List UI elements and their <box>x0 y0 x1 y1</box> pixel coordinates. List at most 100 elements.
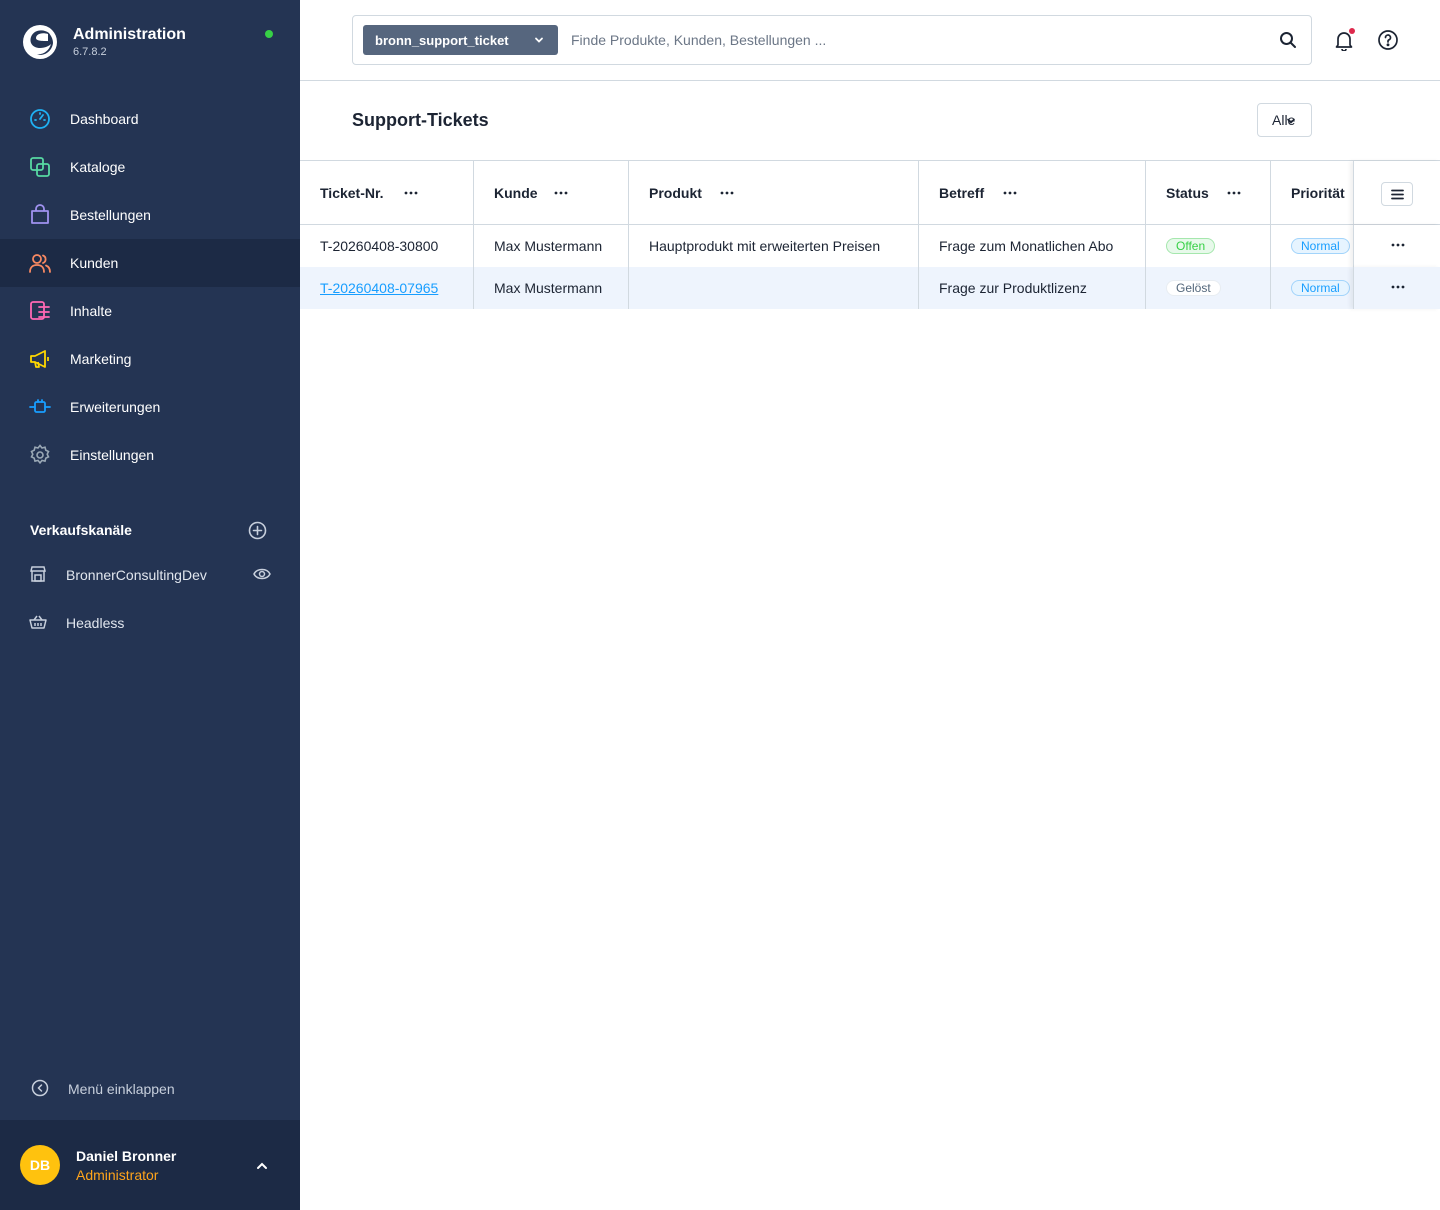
row-actions-cell <box>1353 225 1440 267</box>
status-badge: Gelöst <box>1166 280 1221 296</box>
column-header-subject[interactable]: Betreff <box>919 161 1146 224</box>
chevron-up-icon[interactable] <box>254 1158 270 1174</box>
column-menu-icon[interactable] <box>404 191 418 195</box>
help-icon[interactable] <box>1377 29 1399 51</box>
brand-version: 6.7.8.2 <box>73 46 107 58</box>
priority-badge: Normal <box>1291 280 1350 296</box>
tickets-table: Ticket-Nr. Kunde Produkt Betreff Status … <box>300 160 1440 309</box>
content-icon <box>30 301 50 320</box>
column-settings-button[interactable] <box>1381 182 1413 206</box>
notification-dot <box>1349 28 1355 34</box>
eye-icon[interactable] <box>253 567 271 581</box>
nav-item-catalog[interactable]: Kataloge <box>0 143 300 191</box>
dashboard-icon <box>30 109 50 129</box>
storefront-icon <box>30 566 46 582</box>
customers-icon <box>29 254 51 273</box>
extensions-icon <box>29 399 51 413</box>
column-label: Status <box>1166 185 1209 201</box>
shopware-logo-icon[interactable] <box>22 24 58 60</box>
nav-item-dashboard[interactable]: Dashboard <box>0 95 300 143</box>
nav-label: Kunden <box>70 255 119 271</box>
table-row[interactable]: T-20260408-07965 Max Mustermann Frage zu… <box>300 267 1440 309</box>
cell-product <box>629 267 919 309</box>
cell-priority: Normal <box>1271 267 1353 309</box>
nav-item-customers[interactable]: Kunden <box>0 239 300 287</box>
sidebar: Administration 6.7.8.2 Dashboard Katalog… <box>0 0 300 1210</box>
user-panel[interactable]: DB Daniel Bronner Administrator <box>0 1120 300 1210</box>
column-header-priority[interactable]: Priorität <box>1271 161 1353 224</box>
chevron-left-circle-icon <box>31 1079 49 1097</box>
nav-label: Marketing <box>70 351 132 367</box>
column-settings-cell <box>1353 161 1440 224</box>
row-actions-icon[interactable] <box>1391 285 1405 289</box>
top-bar: bronn_support_ticket <box>300 0 1440 81</box>
column-menu-icon[interactable] <box>554 191 568 195</box>
column-label: Produkt <box>649 185 702 201</box>
nav-item-settings[interactable]: Einstellungen <box>0 431 300 479</box>
column-label: Betreff <box>939 185 985 201</box>
cell-status: Gelöst <box>1146 267 1271 309</box>
customer-name: Max Mustermann <box>494 280 603 296</box>
sales-channel-label: Headless <box>66 615 125 631</box>
ticket-number-link[interactable]: T-20260408-07965 <box>320 280 438 296</box>
search-icon[interactable] <box>1278 30 1298 50</box>
brand: Administration 6.7.8.2 <box>22 24 282 64</box>
search-type-label: bronn_support_ticket <box>375 33 509 48</box>
cell-status: Offen <box>1146 225 1271 267</box>
cell-ticket: T-20260408-07965 <box>300 267 474 309</box>
user-name: Daniel Bronner <box>76 1148 177 1164</box>
chevron-down-icon <box>1287 118 1295 124</box>
search-input[interactable] <box>571 28 1261 52</box>
nav-item-marketing[interactable]: Marketing <box>0 335 300 383</box>
sales-channel-item[interactable]: BronnerConsultingDev <box>0 555 300 595</box>
add-sales-channel-icon[interactable] <box>248 521 267 540</box>
online-status-dot <box>265 30 273 38</box>
page-title: Support-Tickets <box>352 110 489 130</box>
filter-select[interactable]: Alle <box>1257 103 1312 137</box>
cell-product: Hauptprodukt mit erweiterten Preisen <box>629 225 919 267</box>
row-actions-icon[interactable] <box>1391 243 1405 247</box>
table-header: Ticket-Nr. Kunde Produkt Betreff Status … <box>300 160 1440 225</box>
product-name: Hauptprodukt mit erweiterten Preisen <box>649 238 881 254</box>
cell-ticket: T-20260408-30800 <box>300 225 474 267</box>
cell-priority: Normal <box>1271 225 1353 267</box>
sales-channel-label: BronnerConsultingDev <box>66 567 207 583</box>
list-icon <box>1391 189 1404 200</box>
marketing-icon <box>30 350 49 368</box>
column-label: Priorität <box>1291 185 1345 201</box>
column-header-status[interactable]: Status <box>1146 161 1271 224</box>
row-actions-cell <box>1353 267 1440 309</box>
brand-title: Administration <box>73 26 186 43</box>
cell-customer: Max Mustermann <box>474 225 629 267</box>
ticket-number[interactable]: T-20260408-30800 <box>320 238 438 254</box>
basket-icon <box>29 615 47 629</box>
cell-subject: Frage zur Produktlizenz <box>919 267 1146 309</box>
cell-customer: Max Mustermann <box>474 267 629 309</box>
table-row[interactable]: T-20260408-30800 Max Mustermann Hauptpro… <box>300 225 1440 267</box>
chevron-down-icon <box>535 37 543 43</box>
ticket-subject: Frage zum Monatlichen Abo <box>939 238 1114 254</box>
ticket-subject: Frage zur Produktlizenz <box>939 280 1087 296</box>
nav-label: Inhalte <box>70 303 113 319</box>
column-menu-icon[interactable] <box>720 191 734 195</box>
priority-badge: Normal <box>1291 238 1350 254</box>
nav-item-orders[interactable]: Bestellungen <box>0 191 300 239</box>
column-label: Ticket-Nr. <box>320 185 384 201</box>
sales-channel-item[interactable]: Headless <box>0 603 300 643</box>
search-type-select[interactable]: bronn_support_ticket <box>363 25 558 55</box>
nav-label: Kataloge <box>70 159 126 175</box>
status-badge: Offen <box>1166 238 1216 254</box>
column-menu-icon[interactable] <box>1227 191 1241 195</box>
collapse-menu-button[interactable]: Menü einklappen <box>31 1077 281 1099</box>
nav-item-extensions[interactable]: Erweiterungen <box>0 383 300 431</box>
main-navigation: Dashboard Kataloge Bestellungen Kunden I… <box>0 95 300 479</box>
nav-item-content[interactable]: Inhalte <box>0 287 300 335</box>
customer-name: Max Mustermann <box>494 238 603 254</box>
user-role: Administrator <box>76 1167 159 1183</box>
nav-label: Einstellungen <box>70 447 155 463</box>
column-header-product[interactable]: Produkt <box>629 161 919 224</box>
column-menu-icon[interactable] <box>1003 191 1017 195</box>
nav-label: Bestellungen <box>70 207 151 223</box>
column-header-customer[interactable]: Kunde <box>474 161 629 224</box>
column-header-ticket[interactable]: Ticket-Nr. <box>300 161 474 224</box>
